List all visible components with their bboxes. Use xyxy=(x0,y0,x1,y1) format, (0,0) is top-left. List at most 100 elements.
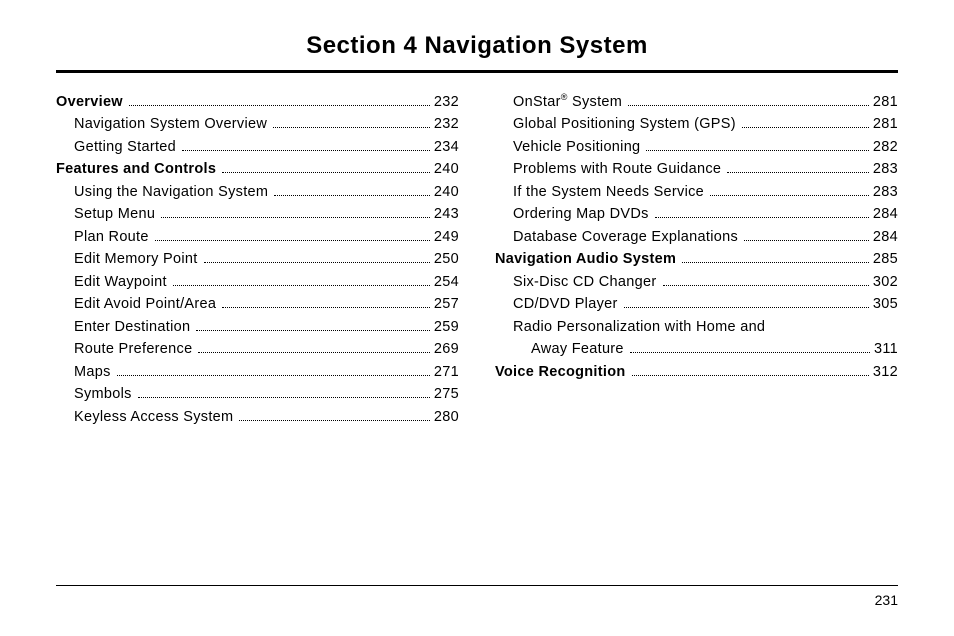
toc-leader-dots xyxy=(646,150,868,151)
toc-entry: Overview 232 xyxy=(56,91,459,113)
toc-entry-label: Getting Started xyxy=(56,136,176,158)
toc-entry: Navigation System Overview 232 xyxy=(56,113,459,135)
toc-leader-dots xyxy=(742,127,869,128)
toc-entry-page: 249 xyxy=(434,226,459,248)
toc-entry-label: If the System Needs Service xyxy=(495,181,704,203)
toc-leader-dots xyxy=(239,420,429,421)
toc-entry: Edit Waypoint 254 xyxy=(56,271,459,293)
toc-leader-dots xyxy=(182,150,430,151)
toc-entry-label: Vehicle Positioning xyxy=(495,136,640,158)
toc-leader-dots xyxy=(196,330,430,331)
toc-entry-page: 305 xyxy=(873,293,898,315)
toc-entry: Voice Recognition312 xyxy=(495,361,898,383)
toc-leader-dots xyxy=(155,240,430,241)
toc-leader-dots xyxy=(744,240,869,241)
toc-entry-page: 283 xyxy=(873,158,898,180)
toc-entry: Radio Personalization with Home and xyxy=(495,316,898,338)
toc-entry-label: Navigation System Overview xyxy=(56,113,267,135)
toc-entry: Navigation Audio System 285 xyxy=(495,248,898,270)
toc-entry-label: Enter Destination xyxy=(56,316,190,338)
toc-entry-page: 243 xyxy=(434,203,459,225)
toc-entry-page: 280 xyxy=(434,406,459,428)
toc-entry-label: Ordering Map DVDs xyxy=(495,203,649,225)
toc-leader-dots xyxy=(161,217,430,218)
toc-entry-page: 283 xyxy=(873,181,898,203)
toc-entry-label: Keyless Access System xyxy=(56,406,233,428)
toc-leader-dots xyxy=(727,172,869,173)
toc-entry: CD/DVD Player305 xyxy=(495,293,898,315)
toc-entry: Problems with Route Guidance283 xyxy=(495,158,898,180)
toc-entry-page: 271 xyxy=(434,361,459,383)
toc-entry-label: Edit Memory Point xyxy=(56,248,198,270)
toc-leader-dots xyxy=(173,285,430,286)
toc-leader-dots xyxy=(222,307,430,308)
toc-entry: OnStar® System 281 xyxy=(495,91,898,113)
toc-entry-page: 312 xyxy=(873,361,898,383)
toc-entry-page: 284 xyxy=(873,226,898,248)
toc-entry-page: 240 xyxy=(434,158,459,180)
toc-entry-page: 254 xyxy=(434,271,459,293)
toc-leader-dots xyxy=(204,262,430,263)
toc-column-left: Overview 232 Navigation System Overview 232… xyxy=(56,91,459,428)
toc-entry-page: 285 xyxy=(873,248,898,270)
toc-entry-label: Navigation Audio System xyxy=(495,248,676,270)
toc-leader-dots xyxy=(198,352,429,353)
toc-entry: Edit Memory Point 250 xyxy=(56,248,459,270)
toc-columns: Overview 232 Navigation System Overview 232… xyxy=(56,91,898,428)
horizontal-rule-bottom xyxy=(56,585,898,586)
toc-entry-label: Database Coverage Explanations xyxy=(495,226,738,248)
toc-entry-page: 302 xyxy=(873,271,898,293)
toc-entry-label: Symbols xyxy=(56,383,132,405)
toc-leader-dots xyxy=(632,375,869,376)
toc-entry-label: Edit Waypoint xyxy=(56,271,167,293)
toc-entry: Maps271 xyxy=(56,361,459,383)
toc-entry-page: 232 xyxy=(434,91,459,113)
toc-entry: Global Positioning System (GPS) 281 xyxy=(495,113,898,135)
toc-entry: Database Coverage Explanations 284 xyxy=(495,226,898,248)
toc-entry-label: Edit Avoid Point/Area xyxy=(56,293,216,315)
toc-entry-page: 250 xyxy=(434,248,459,270)
toc-entry-label: Global Positioning System (GPS) xyxy=(495,113,736,135)
toc-entry: Setup Menu 243 xyxy=(56,203,459,225)
toc-entry: Keyless Access System 280 xyxy=(56,406,459,428)
toc-entry-label: Using the Navigation System xyxy=(56,181,268,203)
toc-entry-page: 281 xyxy=(873,91,898,113)
toc-entry-page: 281 xyxy=(873,113,898,135)
toc-entry: Vehicle Positioning282 xyxy=(495,136,898,158)
page-footer: 231 xyxy=(56,585,898,608)
toc-entry-page: 232 xyxy=(434,113,459,135)
toc-entry: Six-Disc CD Changer302 xyxy=(495,271,898,293)
toc-entry-label: Setup Menu xyxy=(56,203,155,225)
toc-entry: If the System Needs Service 283 xyxy=(495,181,898,203)
registered-mark: ® xyxy=(561,92,568,102)
toc-entry: Features and Controls 240 xyxy=(56,158,459,180)
section-title: Section 4 Navigation System xyxy=(56,32,898,60)
toc-entry: Away Feature311 xyxy=(495,338,898,360)
toc-leader-dots xyxy=(273,127,430,128)
toc-entry-label: Overview xyxy=(56,91,123,113)
toc-leader-dots xyxy=(663,285,869,286)
toc-entry-label: Radio Personalization with Home and xyxy=(495,316,765,338)
toc-leader-dots xyxy=(630,352,870,353)
toc-entry-page: 234 xyxy=(434,136,459,158)
toc-entry-label: Features and Controls xyxy=(56,158,216,180)
toc-entry-label: Route Preference xyxy=(56,338,192,360)
toc-leader-dots xyxy=(129,105,430,106)
toc-entry: Enter Destination259 xyxy=(56,316,459,338)
toc-leader-dots xyxy=(117,375,430,376)
toc-entry-label: OnStar® System xyxy=(495,91,622,113)
toc-entry-label: Away Feature xyxy=(495,338,624,360)
toc-leader-dots xyxy=(710,195,869,196)
toc-entry: Edit Avoid Point/Area257 xyxy=(56,293,459,315)
toc-column-right: OnStar® System281Global Positioning Syst… xyxy=(495,91,898,428)
toc-leader-dots xyxy=(655,217,869,218)
toc-leader-dots xyxy=(624,307,869,308)
toc-leader-dots xyxy=(628,105,869,106)
toc-leader-dots xyxy=(274,195,430,196)
toc-leader-dots xyxy=(682,262,869,263)
horizontal-rule-top xyxy=(56,70,898,73)
toc-entry: Getting Started 234 xyxy=(56,136,459,158)
toc-leader-dots xyxy=(222,172,430,173)
toc-leader-dots xyxy=(138,397,430,398)
toc-entry-page: 284 xyxy=(873,203,898,225)
